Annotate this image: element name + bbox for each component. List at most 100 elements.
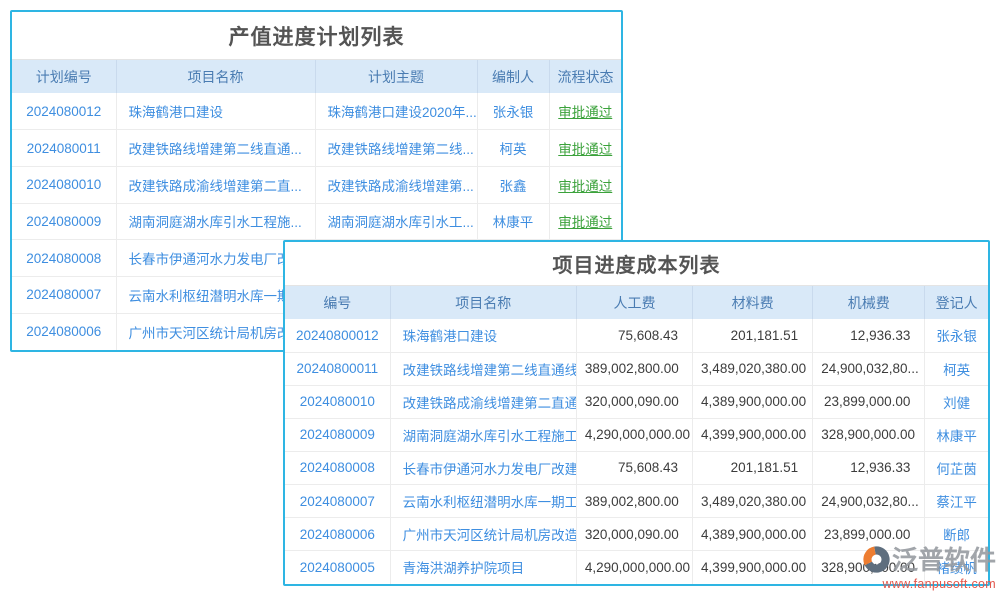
column-header: 人工费 xyxy=(576,286,692,319)
text-link-cell[interactable]: 广州市天河区统计局机房改造... xyxy=(390,518,576,551)
text-link-cell[interactable]: 蔡江平 xyxy=(925,484,988,517)
column-header: 编制人 xyxy=(477,60,549,93)
id-link-cell[interactable]: 2024080009 xyxy=(285,418,390,451)
text-link-cell[interactable]: 柯英 xyxy=(925,352,988,385)
text-link-cell[interactable]: 青海洪湖养护院项目 xyxy=(390,551,576,584)
status-cell[interactable]: 审批通过 xyxy=(549,203,621,240)
column-header: 计划主题 xyxy=(315,60,477,93)
id-link-cell[interactable]: 2024080006 xyxy=(12,313,116,350)
amount-cell: 389,002,800.00 xyxy=(576,484,692,517)
amount-cell: 24,900,032,80... xyxy=(813,484,925,517)
text-link-cell[interactable]: 长春市伊通河水力发电厂改建... xyxy=(390,451,576,484)
table-row: 2024080006广州市天河区统计局机房改造...320,000,090.00… xyxy=(285,518,988,551)
column-header: 登记人 xyxy=(925,286,988,319)
text-link-cell[interactable]: 改建铁路线增建第二线直通线... xyxy=(390,352,576,385)
amount-cell: 3,489,020,380.00 xyxy=(693,484,813,517)
table-row: 2024080009湖南洞庭湖水库引水工程施...湖南洞庭湖水库引水工...林康… xyxy=(12,203,621,240)
id-link-cell[interactable]: 2024080005 xyxy=(285,551,390,584)
amount-cell: 4,389,900,000.00 xyxy=(693,385,813,418)
id-link-cell[interactable]: 2024080011 xyxy=(12,130,116,167)
amount-cell: 320,000,090.00 xyxy=(576,385,692,418)
text-link-cell[interactable]: 改建铁路线增建第二线... xyxy=(315,130,477,167)
table-row: 20240800011改建铁路线增建第二线直通线...389,002,800.0… xyxy=(285,352,988,385)
text-link-cell[interactable]: 湖南洞庭湖水库引水工程施工... xyxy=(390,418,576,451)
amount-cell: 4,290,000,000.00 xyxy=(576,551,692,584)
table-row: 2024080012珠海鹤港口建设珠海鹤港口建设2020年...张永银审批通过 xyxy=(12,93,621,130)
status-cell[interactable]: 审批通过 xyxy=(549,93,621,130)
column-header: 流程状态 xyxy=(549,60,621,93)
table-row: 2024080009湖南洞庭湖水库引水工程施工...4,290,000,000.… xyxy=(285,418,988,451)
amount-cell: 201,181.51 xyxy=(693,451,813,484)
amount-cell: 328,900,000.00 xyxy=(813,418,925,451)
project-cost-window: 项目进度成本列表 编号项目名称人工费材料费机械费登记人20240800012珠海… xyxy=(283,240,990,586)
column-header: 材料费 xyxy=(693,286,813,319)
table-row: 2024080007云南水利枢纽潜明水库一期工...389,002,800.00… xyxy=(285,484,988,517)
table-row: 2024080010改建铁路成渝线增建第二直...改建铁路成渝线增建第...张鑫… xyxy=(12,166,621,203)
project-cost-title: 项目进度成本列表 xyxy=(285,242,988,286)
amount-cell: 328,900,000.00 xyxy=(813,551,925,584)
id-link-cell[interactable]: 2024080009 xyxy=(12,203,116,240)
amount-cell: 201,181.51 xyxy=(693,319,813,352)
id-link-cell[interactable]: 2024080006 xyxy=(285,518,390,551)
amount-cell: 4,290,000,000.00 xyxy=(576,418,692,451)
id-link-cell[interactable]: 2024080007 xyxy=(12,276,116,313)
id-link-cell[interactable]: 2024080007 xyxy=(285,484,390,517)
amount-cell: 12,936.33 xyxy=(813,319,925,352)
text-link-cell[interactable]: 珠海鹤港口建设2020年... xyxy=(315,93,477,130)
amount-cell: 389,002,800.00 xyxy=(576,352,692,385)
header-row: 计划编号项目名称计划主题编制人流程状态 xyxy=(12,60,621,93)
status-cell[interactable]: 审批通过 xyxy=(549,130,621,167)
text-link-cell[interactable]: 改建铁路线增建第二线直通... xyxy=(116,130,315,167)
text-link-cell[interactable]: 林康平 xyxy=(925,418,988,451)
text-link-cell[interactable]: 改建铁路成渝线增建第二直通... xyxy=(390,385,576,418)
project-cost-table: 编号项目名称人工费材料费机械费登记人20240800012珠海鹤港口建设75,6… xyxy=(285,286,988,584)
text-link-cell[interactable]: 何芷茵 xyxy=(925,451,988,484)
text-link-cell[interactable]: 林康平 xyxy=(477,203,549,240)
text-link-cell[interactable]: 改建铁路成渝线增建第二直... xyxy=(116,166,315,203)
text-link-cell[interactable]: 褚绩帆 xyxy=(925,551,988,584)
amount-cell: 12,936.33 xyxy=(813,451,925,484)
id-link-cell[interactable]: 2024080010 xyxy=(285,385,390,418)
amount-cell: 320,000,090.00 xyxy=(576,518,692,551)
text-link-cell[interactable]: 改建铁路成渝线增建第... xyxy=(315,166,477,203)
text-link-cell[interactable]: 刘健 xyxy=(925,385,988,418)
amount-cell: 75,608.43 xyxy=(576,451,692,484)
amount-cell: 23,899,000.00 xyxy=(813,518,925,551)
table-row: 2024080011改建铁路线增建第二线直通...改建铁路线增建第二线...柯英… xyxy=(12,130,621,167)
table-row: 20240800012珠海鹤港口建设75,608.43201,181.5112,… xyxy=(285,319,988,352)
amount-cell: 3,489,020,380.00 xyxy=(693,352,813,385)
amount-cell: 75,608.43 xyxy=(576,319,692,352)
column-header: 计划编号 xyxy=(12,60,116,93)
text-link-cell[interactable]: 珠海鹤港口建设 xyxy=(390,319,576,352)
column-header: 机械费 xyxy=(813,286,925,319)
column-header: 项目名称 xyxy=(116,60,315,93)
text-link-cell[interactable]: 张永银 xyxy=(477,93,549,130)
amount-cell: 4,399,900,000.00 xyxy=(693,551,813,584)
text-link-cell[interactable]: 湖南洞庭湖水库引水工程施... xyxy=(116,203,315,240)
id-link-cell[interactable]: 20240800011 xyxy=(285,352,390,385)
id-link-cell[interactable]: 2024080008 xyxy=(285,451,390,484)
column-header: 编号 xyxy=(285,286,390,319)
text-link-cell[interactable]: 张永银 xyxy=(925,319,988,352)
text-link-cell[interactable]: 云南水利枢纽潜明水库一期工... xyxy=(390,484,576,517)
text-link-cell[interactable]: 柯英 xyxy=(477,130,549,167)
id-link-cell[interactable]: 2024080010 xyxy=(12,166,116,203)
text-link-cell[interactable]: 张鑫 xyxy=(477,166,549,203)
amount-cell: 4,399,900,000.00 xyxy=(693,418,813,451)
amount-cell: 23,899,000.00 xyxy=(813,385,925,418)
amount-cell: 4,389,900,000.00 xyxy=(693,518,813,551)
table-row: 2024080005青海洪湖养护院项目4,290,000,000.004,399… xyxy=(285,551,988,584)
header-row: 编号项目名称人工费材料费机械费登记人 xyxy=(285,286,988,319)
table-row: 2024080008长春市伊通河水力发电厂改建...75,608.43201,1… xyxy=(285,451,988,484)
amount-cell: 24,900,032,80... xyxy=(813,352,925,385)
column-header: 项目名称 xyxy=(390,286,576,319)
output-value-plan-title: 产值进度计划列表 xyxy=(12,12,621,60)
id-link-cell[interactable]: 2024080012 xyxy=(12,93,116,130)
text-link-cell[interactable]: 断郎 xyxy=(925,518,988,551)
text-link-cell[interactable]: 珠海鹤港口建设 xyxy=(116,93,315,130)
status-cell[interactable]: 审批通过 xyxy=(549,166,621,203)
text-link-cell[interactable]: 湖南洞庭湖水库引水工... xyxy=(315,203,477,240)
id-link-cell[interactable]: 20240800012 xyxy=(285,319,390,352)
table-row: 2024080010改建铁路成渝线增建第二直通...320,000,090.00… xyxy=(285,385,988,418)
id-link-cell[interactable]: 2024080008 xyxy=(12,240,116,277)
